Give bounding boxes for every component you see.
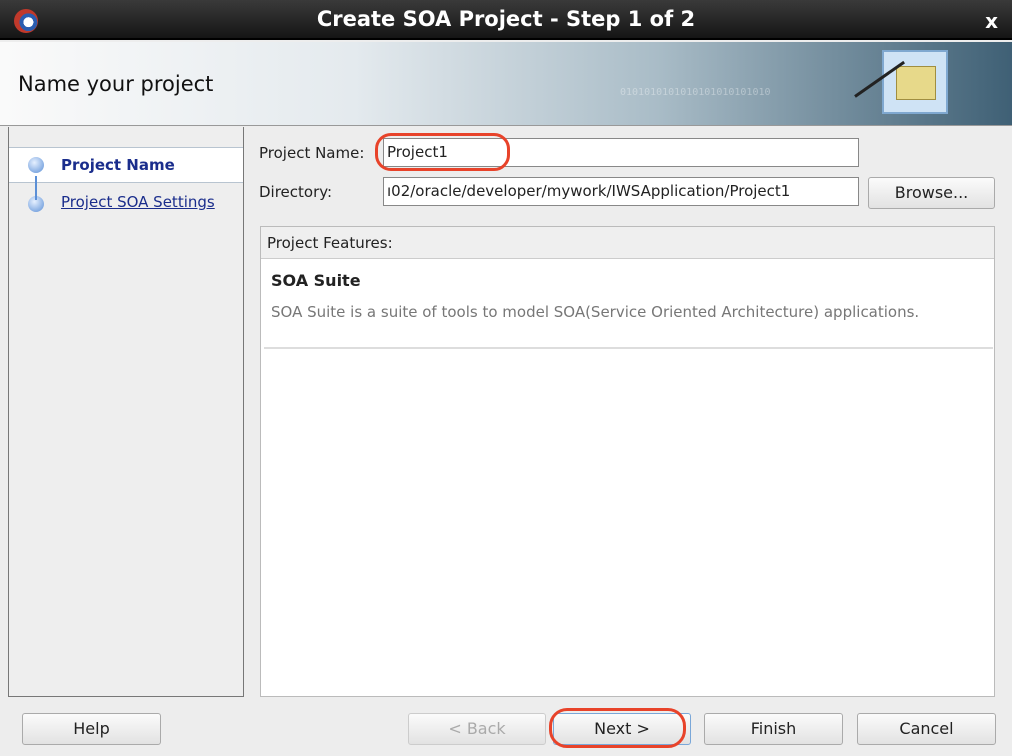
features-header: Project Features: [261,227,994,259]
title-bar: Create SOA Project - Step 1 of 2 x [0,0,1012,40]
cancel-button[interactable]: Cancel [857,713,996,745]
folder-wizard-icon [882,50,948,114]
step-project-soa-settings[interactable]: Project SOA Settings [9,185,243,221]
binary-decoration: 0101010101010101010101010 [620,87,771,98]
step-node-icon [28,157,44,173]
directory-label: Directory: [259,183,333,201]
wizard-header: Name your project 0101010101010101010101… [0,42,1012,126]
divider [264,347,993,349]
back-button[interactable]: < Back [408,713,546,745]
steps-panel: Project Name Project SOA Settings [8,127,244,697]
close-button[interactable]: x [985,9,998,33]
project-features-panel: Project Features: SOA Suite SOA Suite is… [260,226,995,697]
project-name-input[interactable]: Project1 [383,138,859,167]
project-name-label: Project Name: [259,144,365,162]
step-link[interactable]: Project SOA Settings [61,193,215,211]
directory-input[interactable]: ı02/oracle/developer/mywork/IWSApplicati… [383,177,859,206]
header-title: Name your project [18,72,214,96]
next-button[interactable]: Next > [553,713,691,745]
help-button[interactable]: Help [22,713,161,745]
step-connector [35,176,37,200]
feature-title[interactable]: SOA Suite [271,271,361,290]
finish-button[interactable]: Finish [704,713,843,745]
feature-description: SOA Suite is a suite of tools to model S… [271,303,920,321]
window-title: Create SOA Project - Step 1 of 2 [316,7,696,31]
step-project-name[interactable]: Project Name [9,147,243,183]
step-label: Project Name [61,156,175,174]
browse-button[interactable]: Browse... [868,177,995,209]
